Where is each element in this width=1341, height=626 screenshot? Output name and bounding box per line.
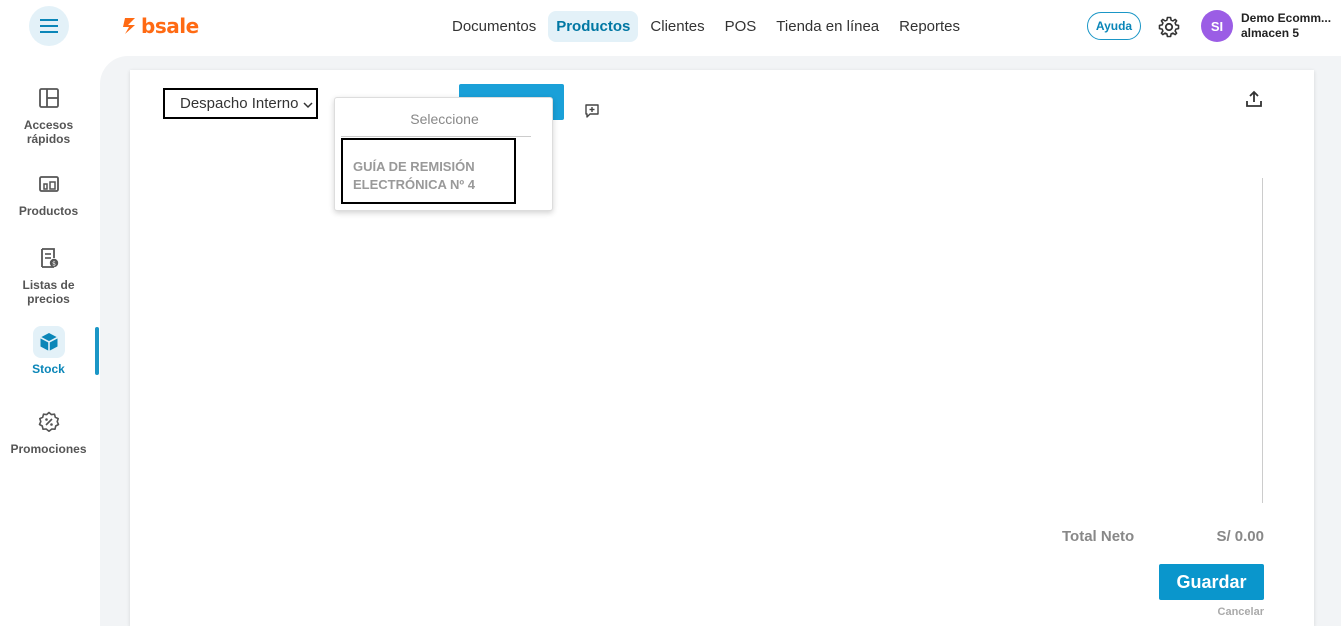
document-card <box>130 70 1314 626</box>
document-number-dropdown: Seleccione GUÍA DE REMISIÓN ELECTRÓNICA … <box>334 97 553 211</box>
nav-productos[interactable]: Productos <box>548 11 639 42</box>
nav-tienda-en-linea[interactable]: Tienda en línea <box>768 11 887 42</box>
box-icon <box>39 333 58 351</box>
dropdown-separator <box>341 136 531 137</box>
dropdown-header: Seleccione <box>410 111 479 127</box>
hamburger-icon <box>40 19 58 33</box>
nav-pos[interactable]: POS <box>717 11 765 42</box>
total-neto-value: S/ 0.00 <box>1216 528 1264 545</box>
sidebar-item-label: Listas de precios <box>22 278 75 306</box>
sidebar-item-label: Accesos rápidos <box>23 118 74 146</box>
avatar[interactable]: SI <box>1201 10 1233 42</box>
main-nav: Documentos Productos Clientes POS Tienda… <box>444 11 968 42</box>
add-comment-icon[interactable] <box>584 103 600 119</box>
nav-documentos[interactable]: Documentos <box>444 11 544 42</box>
sidebar-item-listas-de-precios[interactable]: $ Listas de precios <box>0 242 97 306</box>
sidebar-item-label: Stock <box>32 362 65 376</box>
svg-text:$: $ <box>52 260 56 267</box>
hamburger-menu-button[interactable] <box>29 6 69 46</box>
sidebar-item-promociones[interactable]: Promociones <box>0 406 97 456</box>
user-store: almacen 5 <box>1241 26 1300 40</box>
sidebar-item-label: Productos <box>18 204 79 218</box>
sidebar-item-productos[interactable]: Productos <box>0 168 97 218</box>
upload-icon[interactable] <box>1244 89 1264 109</box>
products-icon <box>38 176 59 192</box>
dropdown-option-guia-remision[interactable]: GUÍA DE REMISIÓN ELECTRÓNICA Nº 4 <box>341 138 516 204</box>
nav-reportes[interactable]: Reportes <box>891 11 968 42</box>
sidebar-item-stock[interactable]: Stock <box>0 326 97 376</box>
nav-clientes[interactable]: Clientes <box>642 11 712 42</box>
chevron-down-icon <box>303 102 313 109</box>
document-type-value: Despacho Interno <box>180 95 299 112</box>
dashboard-icon <box>38 88 59 108</box>
cancel-link[interactable]: Cancelar <box>1159 606 1264 618</box>
price-list-icon: $ <box>40 248 58 268</box>
total-neto-label: Total Neto <box>1062 528 1135 545</box>
user-name: Demo Ecomm... <box>1241 11 1332 25</box>
save-button[interactable]: Guardar <box>1159 564 1264 600</box>
sidebar-active-indicator <box>95 327 99 375</box>
bsale-logo-icon <box>123 18 135 34</box>
sidebar-item-label: Promociones <box>10 442 87 456</box>
logo-text: bsale <box>141 14 199 38</box>
document-type-select[interactable]: Despacho Interno <box>163 88 318 119</box>
top-bar: bsale Documentos Productos Clientes POS … <box>0 0 1341 56</box>
help-button[interactable]: Ayuda <box>1087 12 1141 40</box>
user-info[interactable]: Demo Ecomm... almacen 5 <box>1241 11 1341 41</box>
discount-icon <box>38 411 59 432</box>
gear-icon[interactable] <box>1157 15 1181 39</box>
vertical-divider <box>1262 178 1263 503</box>
sidebar-item-accesos-rapidos[interactable]: Accesos rápidos <box>0 82 97 146</box>
bsale-logo[interactable]: bsale <box>122 14 199 38</box>
